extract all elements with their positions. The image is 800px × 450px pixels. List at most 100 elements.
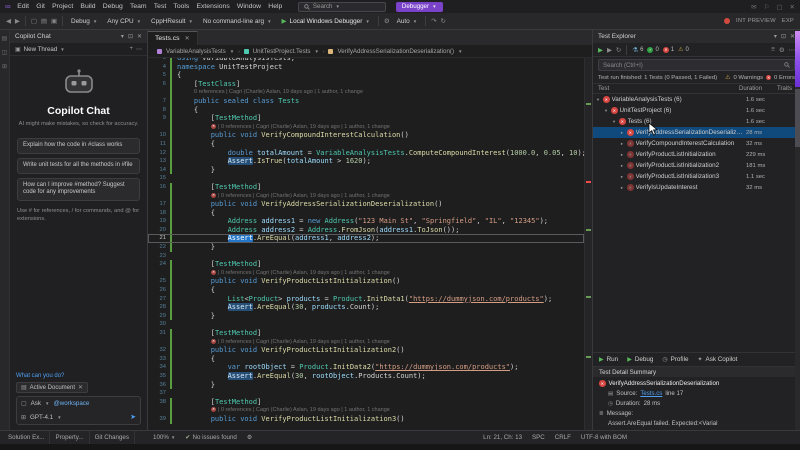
codelens-line[interactable]: ✕ | 0 references | Cagri (Charlie) Aslan,… <box>148 268 584 278</box>
test-tree-item[interactable]: ▸ ✕ VerifyProductListInitialization3 1.1 se… <box>593 171 800 182</box>
code-line[interactable]: 18 { <box>148 208 584 218</box>
new-thread-icon[interactable]: + <box>129 46 133 52</box>
code-line[interactable]: 6 [TestClass] <box>148 79 584 89</box>
hierarchy-icon[interactable]: ≡ <box>771 46 775 53</box>
save-icon[interactable]: ▣ <box>51 17 57 25</box>
debugger-layout-button[interactable]: Debugger ▼ <box>395 1 443 12</box>
line-number[interactable]: 19 <box>148 217 170 226</box>
issues-status[interactable]: ✔ No issues found <box>180 434 242 441</box>
line-number[interactable]: 4 <box>148 63 170 72</box>
menu-item-project[interactable]: Project <box>48 3 76 10</box>
line-number[interactable]: 13 <box>148 157 170 166</box>
column-duration[interactable]: Duration <box>739 85 777 92</box>
line-number[interactable]: 28 <box>148 303 170 312</box>
model-selector[interactable]: GPT-4.1 <box>30 414 53 421</box>
code-line[interactable]: 7 public sealed class Tests <box>148 96 584 106</box>
expand-icon[interactable]: ▸ <box>619 174 625 180</box>
menu-item-debug[interactable]: Debug <box>99 3 126 10</box>
total-count[interactable]: ⚗ 6 <box>632 46 643 54</box>
test-tree-item[interactable]: ▸ ✕ VerifyIsUpdateInterest 32 ms <box>593 182 800 193</box>
code-line[interactable]: 16 [TestMethod] <box>148 182 584 192</box>
line-ending[interactable]: CRLF <box>550 434 576 441</box>
test-tree-item[interactable]: ▸ ✕ VerifyAddressSerializationDeserializat… <box>593 127 800 138</box>
chat-input[interactable]: ▢ Ask ▼ @workspace ⊞ GPT-4.1 ▼ ➤ <box>16 396 141 425</box>
debug-button[interactable]: ▶ Debug <box>627 356 653 363</box>
line-number[interactable]: 20 <box>148 226 170 235</box>
profile-button[interactable]: ◷ Profile <box>662 356 688 363</box>
line-number[interactable]: 36 <box>148 381 170 390</box>
menu-item-test[interactable]: Test <box>150 3 170 10</box>
line-number[interactable]: 11 <box>148 140 170 149</box>
open-file-icon[interactable]: ▤ <box>41 17 47 25</box>
run-button[interactable]: ▶ Run <box>599 356 618 363</box>
encoding[interactable]: UTF-8 with BOM <box>576 434 632 441</box>
warning-count[interactable]: ⚠ 0 <box>678 46 689 54</box>
refresh-icon[interactable]: ↻ <box>441 17 446 25</box>
test-tree-item[interactable]: ▾ ✕ Tests (6) 1.6 sec <box>593 116 800 127</box>
ask-copilot-button[interactable]: ✦ Ask Copilot <box>697 356 737 363</box>
code-line[interactable]: 26 { <box>148 286 584 295</box>
source-file-link[interactable]: Tests.cs <box>640 390 662 397</box>
test-tree-item[interactable]: ▸ ✕ VerifyCompoundInterestCalculation 32 ms <box>593 138 800 149</box>
record-icon[interactable] <box>724 18 731 24</box>
code-line[interactable]: 28 Assert.AreEqual(30, products.Count); <box>148 303 584 312</box>
notifications-icon[interactable]: ⚐ <box>764 3 770 11</box>
commandline-args-dropdown[interactable]: No command-line arg ▼ <box>200 15 275 27</box>
breadcrumb-class[interactable]: UnitTestProject.Tests <box>253 48 311 55</box>
collapse-icon[interactable]: ▾ <box>595 97 601 103</box>
line-number[interactable]: 37 <box>148 389 170 398</box>
codelens-line[interactable]: ✕ | 0 references | Cagri (Charlie) Aslan,… <box>148 122 584 132</box>
indentation-mode[interactable]: SPC <box>527 434 550 441</box>
run-all-icon[interactable]: ▶ <box>598 46 603 54</box>
start-debugging-button[interactable]: ▶ Local Windows Debugger ▼ <box>279 15 373 27</box>
line-number[interactable]: 12 <box>148 149 170 158</box>
editor-scrollbar[interactable] <box>584 58 592 430</box>
test-tree-item[interactable]: ▾ ✕ UnitTestProject (6) 1.6 sec <box>593 105 800 116</box>
test-tree-item[interactable]: ▸ ✕ VerifyProductListInitialization 229 ms <box>593 149 800 160</box>
code-line[interactable]: 4 namespace UnitTestProject <box>148 62 584 72</box>
configuration-dropdown[interactable]: Debug ▼ <box>68 15 100 27</box>
line-number[interactable]: 22 <box>148 243 170 252</box>
tool-window-tab[interactable]: Solution Ex... <box>3 431 51 444</box>
tool-window-tab[interactable]: Git Changes <box>90 431 135 444</box>
code-line[interactable]: 29 } <box>148 311 584 321</box>
line-number[interactable]: 10 <box>148 131 170 140</box>
expand-icon[interactable]: ▸ <box>619 141 625 147</box>
line-number[interactable]: 29 <box>148 312 170 321</box>
pin-icon[interactable]: ⊡ <box>128 33 133 40</box>
code-line[interactable]: 9 [TestMethod] <box>148 114 584 123</box>
test-tree-item[interactable]: ▾ ✕ VariableAnalysisTests (6) 1.6 sec <box>593 94 800 105</box>
code-line[interactable]: 24 [TestMethod] <box>148 260 584 269</box>
failed-count[interactable]: ✕ 1 <box>662 46 674 53</box>
collapse-icon[interactable]: ▾ <box>603 108 609 114</box>
auto-dropdown[interactable]: Auto ▼ <box>394 15 421 27</box>
scrollbar-thumb[interactable] <box>795 89 800 147</box>
startup-project-dropdown[interactable]: CppHResult ▼ <box>148 15 196 27</box>
code-line[interactable]: 19 Address address1 = new Address("123 M… <box>148 217 584 226</box>
column-traits[interactable]: Traits <box>777 85 795 92</box>
line-number[interactable]: 16 <box>148 183 170 192</box>
search-sidebar-icon[interactable]: ◫ <box>2 49 8 56</box>
code-line[interactable]: 14 } <box>148 165 584 175</box>
explorer-icon[interactable]: ▤ <box>2 35 8 42</box>
code-line[interactable]: 30 <box>148 320 584 329</box>
what-can-you-do-link[interactable]: What can you do? <box>16 373 141 379</box>
menu-item-build[interactable]: Build <box>77 3 99 10</box>
line-number[interactable]: 15 <box>148 174 170 183</box>
code-line[interactable]: 10 public void VerifyCompoundInterestCal… <box>148 131 584 140</box>
passed-count[interactable]: ✓ 0 <box>647 46 659 53</box>
codelens-line[interactable]: ✕ | 0 references | Cagri (Charlie) Aslan,… <box>148 191 584 201</box>
code-line[interactable]: 23 <box>148 252 584 261</box>
expand-icon[interactable]: ▸ <box>619 130 625 136</box>
close-icon[interactable]: ✕ <box>790 3 795 11</box>
expand-icon[interactable]: ▸ <box>619 152 625 158</box>
codelens-line[interactable]: 0 references | Cagri (Charlie) Aslan, 19… <box>148 88 584 97</box>
tool-window-tab[interactable]: Property... <box>50 431 90 444</box>
more-options-icon[interactable]: ⋯ <box>136 46 142 53</box>
step-over-icon[interactable]: ↷ <box>431 17 436 25</box>
send-icon[interactable]: ➤ <box>130 413 136 421</box>
line-number[interactable]: 34 <box>148 363 170 372</box>
line-number[interactable]: 18 <box>148 209 170 218</box>
breadcrumb-method[interactable]: VerifyAddressSerializationDeserializatio… <box>337 48 454 55</box>
suggestion-card[interactable]: How can I improve #method? Suggest code … <box>17 177 140 202</box>
